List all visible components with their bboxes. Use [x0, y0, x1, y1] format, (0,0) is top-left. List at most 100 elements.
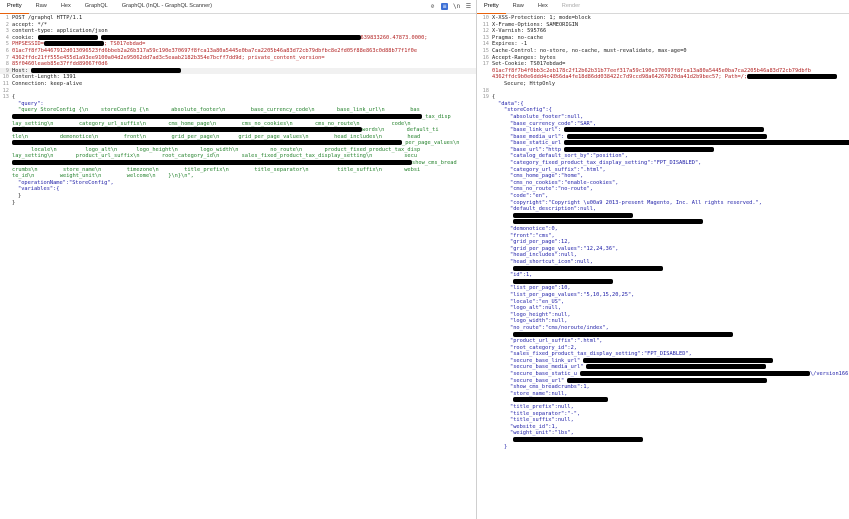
response-json-line: "base_static_urlsa/static\/version166304…	[477, 140, 849, 147]
response-json-line	[477, 265, 849, 273]
storeconfig-key: "storeConfig":{	[504, 107, 552, 114]
response-json-line: "grid_per_page":12,	[510, 239, 571, 246]
header-cache-control: Cache-Control: no-store, no-cache, must-…	[492, 47, 687, 54]
tab-pretty[interactable]: Pretty	[0, 0, 29, 14]
response-json-line	[477, 437, 849, 444]
header-connection: Connection: keep-alive	[12, 80, 83, 87]
response-json-line: "category_fixed_product_tax_display_sett…	[510, 160, 702, 167]
operation-name: "operationName":"StoreConfig",	[18, 179, 114, 186]
response-json-line: "title_separator":"-",	[510, 410, 581, 417]
header-content-length: Content-Length: 1391	[12, 74, 76, 81]
response-json-line	[477, 278, 849, 286]
response-json-line: "secure_base_link_url"	[477, 357, 849, 365]
request-line: POST /graphql HTTP/1.1	[12, 15, 83, 21]
header-xss: X-XSS-Protection: 1; mode=block	[492, 15, 591, 21]
set-cookie-value-2: 4362ffdc9b0e6ddd4c4856da4fe18d86dd038422…	[492, 74, 849, 81]
response-json-line: "catalog_default_sort_by":"position",	[510, 153, 628, 160]
response-json-line: "cms_no_route":"no-route",	[510, 186, 593, 193]
cookie-ts-cont: 4362ffdc21ff555e455d1a93ee9100a04d2e9506…	[12, 54, 325, 61]
header-frame: X-Frame-Options: SAMEORIGIN	[492, 21, 579, 28]
response-json-line: "code":"en",	[510, 193, 549, 200]
query-text-6: _per_page_values\n	[12, 140, 476, 147]
tab-raw[interactable]: Raw	[29, 0, 54, 13]
response-json-line: "list_per_page":10,	[510, 285, 571, 292]
tab-raw[interactable]: Raw	[506, 0, 531, 13]
header-accept: accept: */*	[12, 21, 48, 28]
response-json-line: "weight_unit":"lbs",	[510, 430, 574, 437]
response-json-line: "website_id":1,	[510, 423, 558, 430]
header-pragma: Pragma: no-cache	[492, 34, 544, 41]
header-expires: Expires: -1	[492, 41, 528, 48]
response-json-line: "cms_home_page":"home",	[510, 173, 584, 180]
data-key: "data":{	[498, 100, 524, 107]
response-json-line	[477, 219, 849, 226]
tab-hex[interactable]: Hex	[54, 0, 78, 13]
query-text-4: words\n default_ti	[12, 127, 476, 134]
tab-hex[interactable]: Hex	[531, 0, 555, 13]
tab-inql[interactable]: GraphQL (InQL - GraphQL Scanner)	[115, 0, 219, 13]
response-json-line	[477, 397, 849, 404]
response-json-line: "store_name":null,	[510, 390, 568, 397]
response-json-line: "product_url_suffix":".html",	[510, 338, 603, 345]
request-tabs: Pretty Raw Hex GraphQL GraphQL (InQL - G…	[0, 0, 476, 14]
response-json-line: "root_category_id":2,	[510, 344, 577, 351]
response-json-line: }	[504, 443, 508, 450]
cookie-ts: 01ac7f8f7b4467912d013096523fd6bbeb2a26b3…	[12, 47, 418, 54]
header-cookie: cookie: 639833260.47873.0000;	[12, 34, 428, 41]
request-toolbar: ⊘ ≡ \n ☰	[429, 3, 472, 10]
response-json-line: "category_url_suffix":".html",	[510, 166, 606, 173]
cookie-phpsessid: PHPSESSID=; TS017ebdad=	[12, 41, 146, 48]
response-json-line: "secure_base_url"	[477, 377, 849, 385]
response-json-line: "base_media_url":	[477, 133, 849, 141]
query-text-1: "query StoreConfig {\n storeConfig {\n a…	[18, 107, 420, 114]
variables-close: }	[18, 193, 22, 200]
response-json-line: "head_shortcut_icon":null,	[510, 258, 593, 265]
menu-icon[interactable]: ☰	[465, 3, 472, 10]
response-json-line: "title_suffix":null,	[510, 417, 574, 424]
response-json-line: "logo_height":null,	[510, 311, 571, 318]
request-editor[interactable]: 1 POST /graphql HTTP/1.1 2 accept: */* 3 co…	[0, 15, 476, 206]
query-text-11: te_id\n weight_unit\n welcome\n }\n}\n",	[12, 173, 194, 180]
response-json-line: "copyright":"Copyright \u00a9 2013-prese…	[510, 199, 762, 206]
json-close: }	[12, 199, 16, 206]
set-cookie-flags: Secure; HttpOnly	[504, 80, 556, 87]
set-cookie-value-1: 01ac7f8f7b4f0bb3c2eb178c2f12b62b31b77eef…	[492, 67, 811, 74]
header-set-cookie: Set-Cookie: TS017ebdad=	[492, 61, 566, 68]
header-content-type: content-type: application/json	[12, 28, 108, 35]
header-accept-ranges: Accept-Ranges: bytes	[492, 54, 556, 61]
cookie-version: 85f0460leaeb85e37ffdd89067f0d6	[12, 61, 108, 68]
query-text-10: crumbs\n store_name\n timezone\n title_p…	[12, 166, 421, 173]
tab-render[interactable]: Render	[555, 0, 587, 13]
query-text-2: _tax_disp	[12, 113, 476, 121]
response-json-line: "list_per_page_values":"5,10,15,20,25",	[510, 291, 635, 298]
response-json-line	[477, 212, 849, 220]
tab-graphql[interactable]: GraphQL	[78, 0, 115, 13]
query-text-9: show_cms_bread	[12, 160, 476, 167]
response-json-line: "secure_base_static_u \/version166	[510, 371, 849, 378]
response-json-line: "no_route":"cms/noroute/index",	[510, 324, 609, 331]
query-text-5: tle\n demonotice\n front\n grid_per_page…	[12, 133, 421, 140]
response-json-line: "grid_per_page_values":"12,24,36",	[510, 245, 619, 252]
query-text-8: lay_setting\n product_url_suffix\n root_…	[12, 153, 418, 160]
query-text-3: lay_setting\n category_url_suffix\n cms_…	[12, 120, 411, 127]
variables-key: "variables":{	[18, 186, 60, 193]
query-text-7: locale\n logo_alt\n logo_height\n logo_w…	[12, 146, 421, 153]
wrap-icon[interactable]: ≡	[441, 3, 448, 10]
response-json-line: "base_currency_code":"SAR",	[510, 120, 597, 127]
response-json-line: "id":1,	[510, 272, 533, 279]
response-json-line: "locale":"en_US",	[510, 298, 565, 305]
response-json-line: "default_description":null,	[510, 206, 597, 213]
tab-pretty[interactable]: Pretty	[477, 0, 506, 14]
body-open: {	[492, 94, 496, 101]
response-json-line: "show_cms_breadcrumbs":1,	[510, 384, 590, 391]
response-pane: Pretty Raw Hex Render 10 X-XSS-Protection…	[477, 0, 849, 519]
response-json-line: "head_includes":null,	[510, 252, 577, 259]
hide-icon[interactable]: ⊘	[429, 3, 436, 10]
response-json-line	[477, 331, 849, 339]
response-json-line: "demonotice":0,	[510, 226, 558, 232]
response-json-line: "logo_width":null,	[510, 318, 568, 325]
response-editor[interactable]: 10 X-XSS-Protection: 1; mode=block 11 X-Fr…	[477, 15, 849, 450]
response-json-line: "cms_no_cookies":"enable-cookies",	[510, 179, 619, 186]
newline-icon[interactable]: \n	[453, 3, 460, 10]
header-host: Host:	[12, 67, 476, 75]
